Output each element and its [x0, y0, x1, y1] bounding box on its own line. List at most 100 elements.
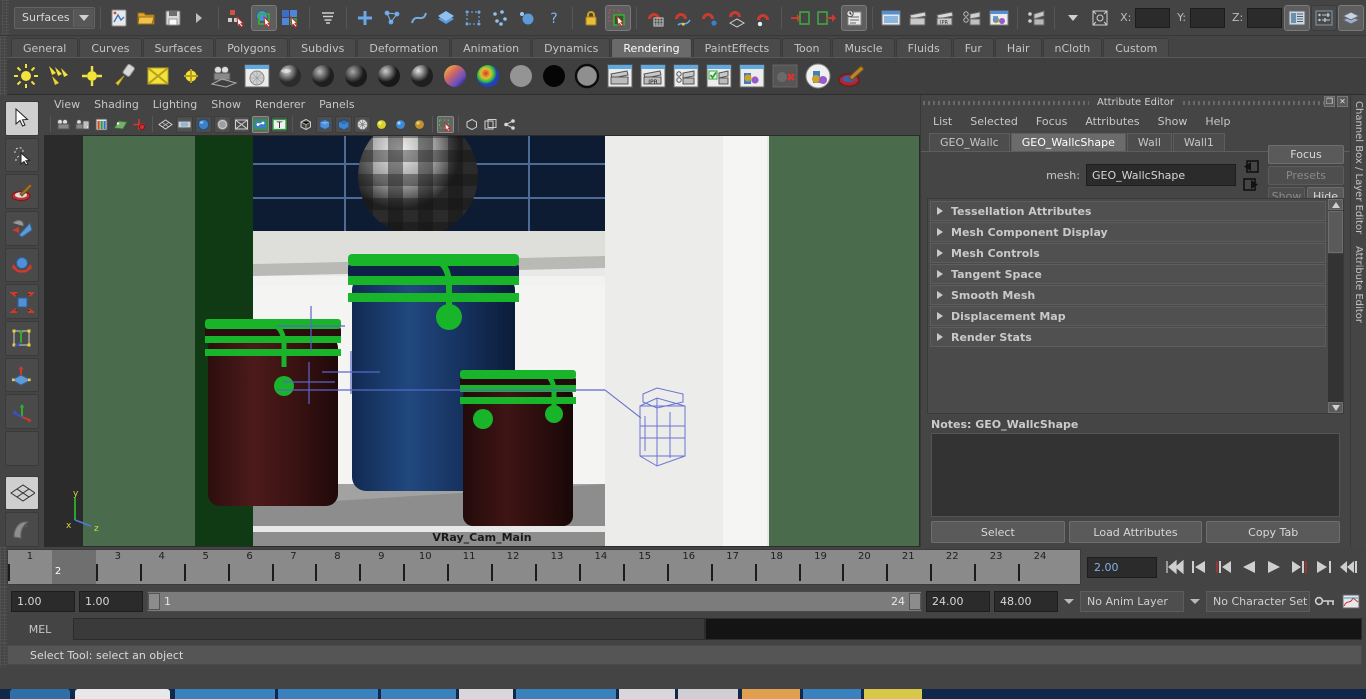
animation-start-field[interactable]: 1.00 — [11, 590, 75, 612]
auto-key-icon[interactable] — [1314, 590, 1336, 612]
taskbar-item[interactable] — [175, 689, 275, 699]
expand-triangle-icon[interactable] — [937, 333, 943, 341]
ipr-render-icon[interactable]: IPR — [932, 5, 958, 31]
shelf-tab-dynamics[interactable]: Dynamics — [532, 38, 611, 57]
lambert-material-icon[interactable] — [341, 61, 371, 91]
shelf-tab-fur[interactable]: Fur — [952, 38, 994, 57]
scrollbar-track[interactable] — [1328, 254, 1343, 402]
render-sequence-icon[interactable] — [905, 5, 931, 31]
select-button[interactable]: Select — [931, 521, 1065, 543]
animation-end-field[interactable]: 48.00 — [994, 590, 1058, 612]
phonge-material-icon[interactable] — [407, 61, 437, 91]
show-manipulator-icon[interactable] — [1023, 5, 1049, 31]
shelf-tab-subdivs[interactable]: Subdivs — [289, 38, 357, 57]
lock-icon[interactable] — [578, 5, 604, 31]
output-connections-icon[interactable] — [814, 5, 840, 31]
script-language-label[interactable]: MEL — [7, 618, 73, 640]
shelf-tab-fluids[interactable]: Fluids — [895, 38, 952, 57]
shelf-tab-toon[interactable]: Toon — [782, 38, 832, 57]
last-tool-icon[interactable] — [5, 431, 39, 466]
soft-modification-tool-icon[interactable] — [5, 357, 39, 393]
help-line-gripper[interactable] — [0, 643, 7, 667]
load-attributes-button[interactable]: Load Attributes — [1068, 521, 1203, 543]
construction-history-icon[interactable] — [841, 4, 868, 31]
spot-light-icon[interactable] — [110, 61, 140, 91]
shelf-tab-animation[interactable]: Animation — [451, 38, 532, 57]
phong-material-icon[interactable] — [374, 61, 404, 91]
single-perspective-layout-icon[interactable] — [5, 475, 39, 511]
previous-node-icon[interactable] — [1242, 158, 1260, 174]
scroll-up-icon[interactable] — [1328, 199, 1343, 210]
taskbar-item[interactable] — [864, 689, 922, 699]
viewport-menu-view[interactable]: View — [54, 98, 80, 111]
taskbar-item[interactable] — [516, 689, 616, 699]
smooth-wireframe-icon[interactable] — [482, 116, 499, 133]
component-nodes-icon[interactable] — [379, 5, 405, 31]
time-slider[interactable]: 1234567891011121314151617181920212223242 — [7, 549, 1081, 585]
render-settings-icon[interactable] — [959, 5, 985, 31]
ae-menu-selected[interactable]: Selected — [970, 115, 1018, 128]
textured-shading-icon[interactable] — [354, 115, 371, 133]
animation-preferences-icon[interactable] — [1340, 590, 1362, 612]
bookmark-icon[interactable] — [93, 116, 110, 133]
ramp-shader-icon[interactable] — [473, 61, 503, 91]
attribute-editor-icon[interactable] — [1284, 4, 1311, 31]
taskbar-item[interactable] — [459, 689, 513, 699]
attr-section-render-stats[interactable]: Render Stats — [930, 327, 1326, 347]
selection-mask-icon[interactable] — [315, 5, 341, 31]
new-scene-icon[interactable] — [106, 5, 132, 31]
shadows-icon[interactable] — [411, 116, 428, 133]
isolate-select-icon[interactable] — [437, 115, 454, 133]
snap-to-point-icon[interactable] — [696, 5, 722, 31]
step-forward-keyframe-icon[interactable] — [1313, 556, 1335, 578]
shelf-tab-custom[interactable]: Custom — [1103, 38, 1170, 57]
use-default-light-icon[interactable] — [373, 116, 390, 133]
volume-light-icon[interactable] — [176, 61, 206, 91]
attr-section-smooth-mesh[interactable]: Smooth Mesh — [930, 285, 1326, 305]
hypershade-icon[interactable] — [986, 5, 1012, 31]
attr-section-tangent-space[interactable]: Tangent Space — [930, 264, 1326, 284]
highlight-selection-icon[interactable] — [605, 4, 632, 31]
xray-joints-icon[interactable] — [463, 116, 480, 133]
camera-attributes-icon[interactable] — [74, 116, 91, 133]
lasso-select-tool-icon[interactable] — [5, 137, 39, 173]
layer-editor-icon[interactable] — [1338, 4, 1365, 31]
z-coord-field[interactable] — [1247, 7, 1283, 28]
presets-button[interactable]: Presets — [1268, 165, 1344, 185]
object-center-icon[interactable] — [1087, 5, 1113, 31]
snap-to-curve-icon[interactable] — [669, 5, 695, 31]
select-by-component-icon[interactable] — [278, 5, 304, 31]
select-by-hierarchy-icon[interactable] — [224, 5, 250, 31]
ae-menu-focus[interactable]: Focus — [1036, 115, 1067, 128]
range-end-field[interactable]: 24.00 — [926, 590, 990, 612]
shelf-tab-curves[interactable]: Curves — [79, 38, 142, 57]
shelf-tab-polygons[interactable]: Polygons — [215, 38, 289, 57]
film-gate-icon[interactable] — [176, 115, 193, 133]
copy-tab-button[interactable]: Copy Tab — [1206, 521, 1341, 543]
select-tool-icon[interactable] — [5, 101, 39, 136]
attr-section-tessellation-attributes[interactable]: Tessellation Attributes — [930, 201, 1326, 221]
component-editor-icon[interactable] — [501, 116, 518, 133]
expand-triangle-icon[interactable] — [937, 228, 943, 236]
shelf-gripper[interactable] — [0, 36, 7, 95]
render-current-frame-icon[interactable] — [605, 61, 635, 91]
taskbar-item[interactable] — [742, 689, 800, 699]
text-toggle-icon[interactable]: T — [271, 115, 288, 133]
go-to-start-icon[interactable] — [1163, 556, 1185, 578]
expand-triangle-icon[interactable] — [937, 291, 943, 299]
expand-triangle-icon[interactable] — [937, 207, 943, 215]
taskbar-item[interactable] — [75, 689, 170, 699]
point-light-icon[interactable] — [77, 61, 107, 91]
attr-section-mesh-controls[interactable]: Mesh Controls — [930, 243, 1326, 263]
expand-triangle-icon[interactable] — [937, 312, 943, 320]
ae-tab-wall1[interactable]: Wall1 — [1172, 133, 1225, 151]
shelf-tab-ncloth[interactable]: nCloth — [1042, 38, 1103, 57]
select-by-object-icon[interactable] — [251, 4, 278, 31]
move-tool-icon[interactable] — [5, 211, 39, 246]
next-node-icon[interactable] — [1242, 176, 1260, 192]
open-scene-icon[interactable] — [133, 5, 159, 31]
attribute-list-scrollbar[interactable] — [1328, 199, 1343, 413]
notes-textarea[interactable] — [931, 433, 1340, 517]
rotate-tool-icon[interactable] — [5, 247, 39, 283]
step-back-keyframe-icon[interactable] — [1188, 556, 1210, 578]
